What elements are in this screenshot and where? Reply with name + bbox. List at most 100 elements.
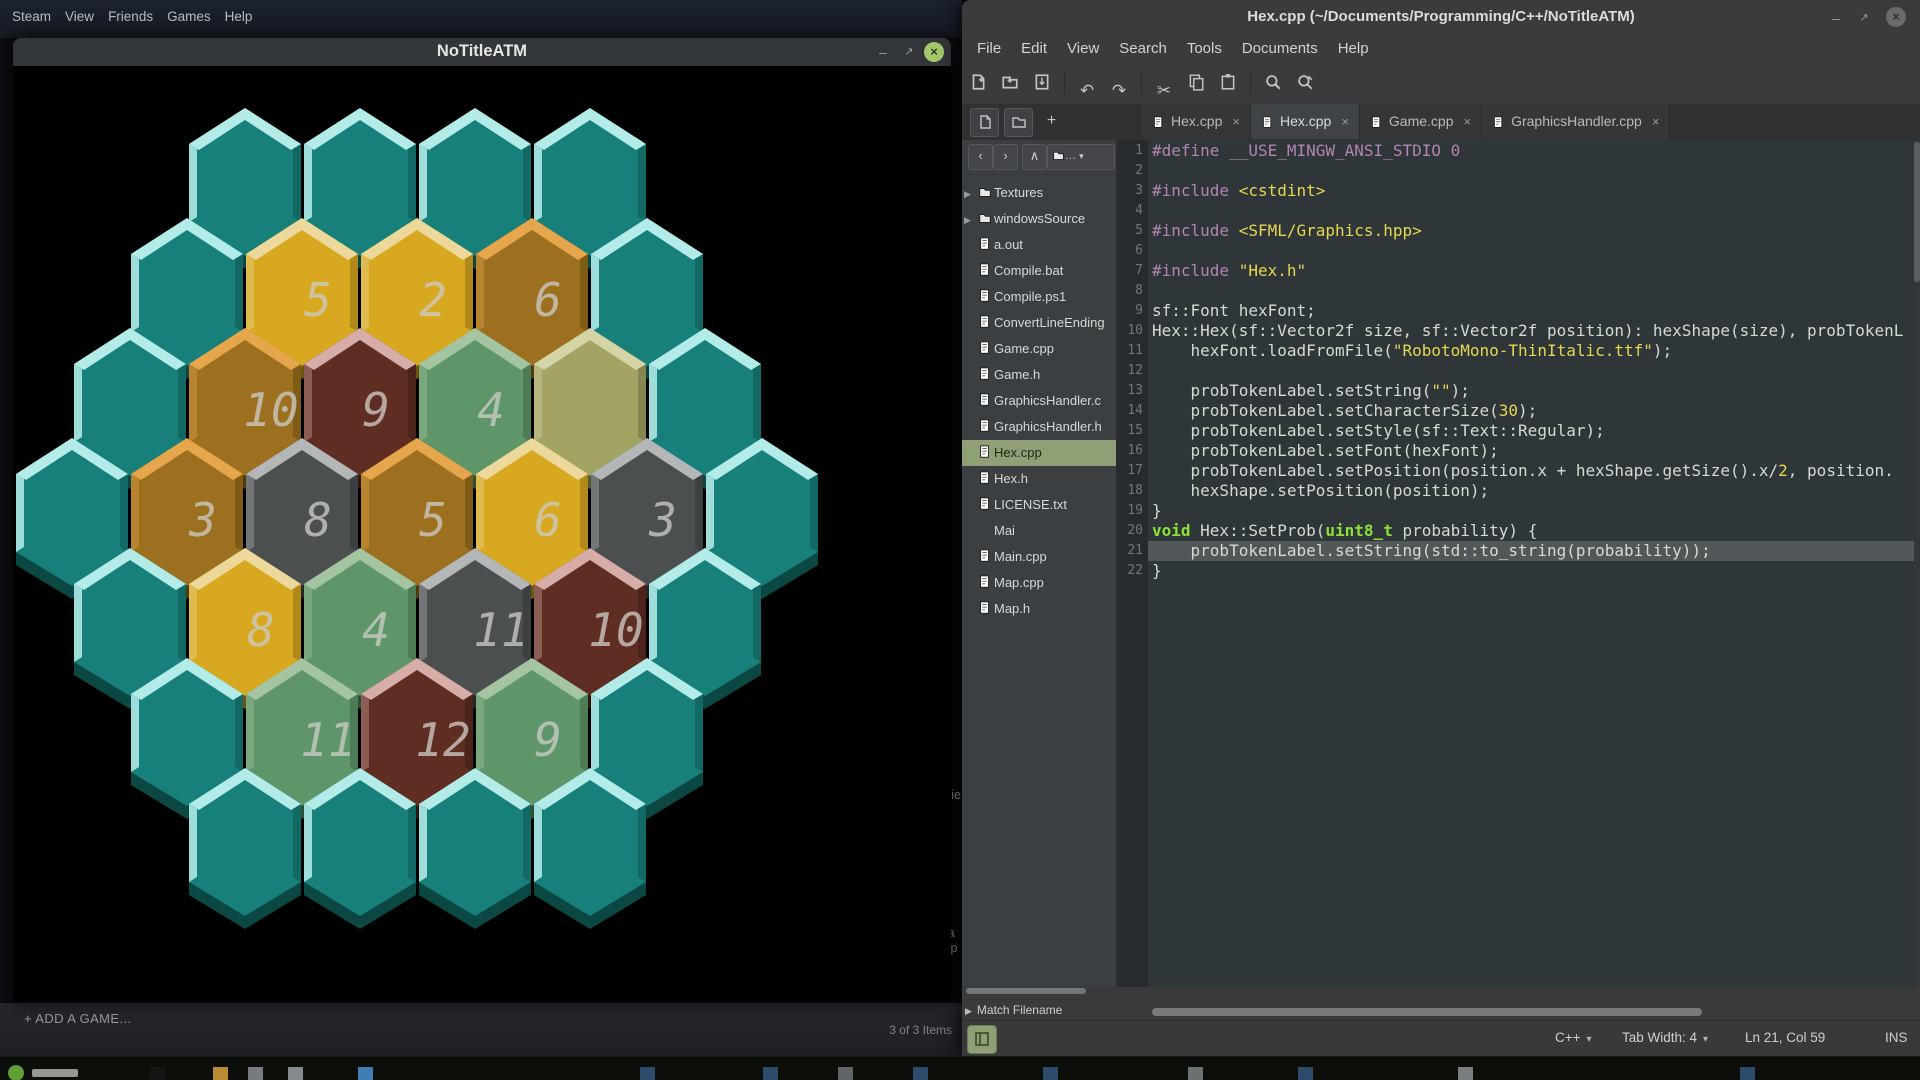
- code-editor[interactable]: #define __USE_MINGW_ANSI_STDIO 0#include…: [1148, 140, 1914, 987]
- restore-button[interactable]: ↗: [1854, 8, 1874, 28]
- minimize-button[interactable]: –: [1826, 8, 1846, 28]
- hex-board[interactable]: 52610943856384111011129: [13, 66, 951, 1002]
- file-item-graphicshandler.h[interactable]: GraphicsHandler.h: [962, 414, 1116, 440]
- menu-help[interactable]: Help: [1331, 39, 1376, 58]
- up-button[interactable]: ∧: [1022, 144, 1047, 170]
- code-line-5: #include <SFML/Graphics.hpp>: [1148, 221, 1914, 241]
- file-item-a.out[interactable]: a.out: [962, 232, 1116, 258]
- tab-hex.cpp[interactable]: Hex.cpp×: [1142, 104, 1251, 139]
- steam-menu-steam[interactable]: Steam: [12, 9, 51, 24]
- side-panel-toggle-button[interactable]: [967, 1025, 997, 1054]
- file-item-hex.cpp[interactable]: Hex.cpp: [962, 440, 1116, 466]
- search-icon[interactable]: [1260, 70, 1286, 96]
- copy-icon[interactable]: [1183, 70, 1209, 96]
- steam-menu-games[interactable]: Games: [167, 9, 211, 24]
- forward-button[interactable]: ›: [993, 144, 1018, 170]
- expander-triangle-icon[interactable]: ▶: [964, 207, 976, 232]
- pane-folder-button[interactable]: [1004, 108, 1033, 137]
- tab-hex.cpp[interactable]: Hex.cpp×: [1251, 104, 1360, 139]
- taskbar-item[interactable]: [838, 1067, 853, 1080]
- file-item-windowssource[interactable]: ▶windowsSource: [962, 206, 1116, 232]
- file-icon: [976, 310, 994, 336]
- taskbar-item[interactable]: [8, 1065, 24, 1080]
- taskbar-item[interactable]: [150, 1067, 165, 1080]
- line-number: 2: [1118, 161, 1148, 181]
- search-replace-icon[interactable]: [1292, 70, 1318, 96]
- pane-document-button[interactable]: [970, 108, 999, 137]
- code-line-3: #include <cstdint>: [1148, 181, 1914, 201]
- line-number: 1: [1118, 141, 1148, 161]
- editor-titlebar[interactable]: Hex.cpp (~/Documents/Programming/C++/NoT…: [962, 0, 1920, 34]
- file-item-mai[interactable]: Mai: [962, 518, 1116, 544]
- taskbar[interactable]: [0, 1056, 1920, 1080]
- file-item-game.cpp[interactable]: Game.cpp: [962, 336, 1116, 362]
- file-item-map.h[interactable]: Map.h: [962, 596, 1116, 622]
- sidebar-scrollbar[interactable]: [966, 988, 1086, 994]
- folder-dropdown[interactable]: … ▾: [1047, 144, 1115, 170]
- taskbar-item[interactable]: [1740, 1067, 1755, 1080]
- file-item-map.cpp[interactable]: Map.cpp: [962, 570, 1116, 596]
- taskbar-item[interactable]: [213, 1067, 228, 1080]
- menu-file[interactable]: File: [970, 39, 1008, 58]
- undo-icon[interactable]: ↶: [1074, 78, 1100, 104]
- file-item-compile.ps1[interactable]: Compile.ps1: [962, 284, 1116, 310]
- match-filename-expander[interactable]: ▶Match Filename: [962, 998, 1116, 1022]
- add-a-game-button[interactable]: + ADD A GAME...: [24, 1011, 132, 1026]
- menu-documents[interactable]: Documents: [1235, 39, 1325, 58]
- new-tab-button[interactable]: +: [1038, 108, 1065, 135]
- taskbar-item[interactable]: [640, 1067, 655, 1080]
- editor-vertical-scrollbar[interactable]: [1914, 140, 1920, 986]
- close-button[interactable]: ×: [924, 42, 944, 62]
- menu-search[interactable]: Search: [1112, 39, 1174, 58]
- cut-icon[interactable]: ✂: [1151, 78, 1177, 104]
- taskbar-item[interactable]: [763, 1067, 778, 1080]
- close-tab-icon[interactable]: ×: [1464, 114, 1472, 129]
- menu-tools[interactable]: Tools: [1180, 39, 1229, 58]
- language-selector[interactable]: C++: [1555, 1030, 1592, 1045]
- minimize-button[interactable]: –: [873, 42, 893, 62]
- file-item-compile.bat[interactable]: Compile.bat: [962, 258, 1116, 284]
- close-tab-icon[interactable]: ×: [1341, 114, 1349, 129]
- expander-triangle-icon[interactable]: ▶: [964, 181, 976, 206]
- new-document-icon[interactable]: [965, 70, 991, 96]
- file-item-graphicshandler.c[interactable]: GraphicsHandler.c: [962, 388, 1116, 414]
- editor-horizontal-scrollbar[interactable]: [1152, 1008, 1702, 1016]
- paste-icon[interactable]: [1215, 70, 1241, 96]
- redo-icon[interactable]: ↷: [1106, 78, 1132, 104]
- steam-menu-friends[interactable]: Friends: [108, 9, 153, 24]
- code-line-8: [1148, 281, 1914, 301]
- hex-number: 3: [188, 493, 217, 547]
- tab-graphicshandler.cpp[interactable]: GraphicsHandler.cpp×: [1482, 104, 1670, 139]
- taskbar-item[interactable]: [913, 1067, 928, 1080]
- restore-button[interactable]: ↗: [899, 42, 919, 62]
- taskbar-item[interactable]: [288, 1067, 303, 1080]
- taskbar-item[interactable]: [358, 1067, 373, 1080]
- taskbar-item[interactable]: [248, 1067, 263, 1080]
- menu-view[interactable]: View: [1060, 39, 1106, 58]
- close-tab-icon[interactable]: ×: [1232, 114, 1240, 129]
- open-icon[interactable]: [997, 70, 1023, 96]
- game-titlebar[interactable]: NoTitleATM – ↗ ×: [13, 38, 951, 67]
- line-number: 22: [1118, 561, 1148, 581]
- tab-width-selector[interactable]: Tab Width: 4: [1622, 1030, 1708, 1045]
- tab-game.cpp[interactable]: Game.cpp×: [1360, 104, 1482, 139]
- file-item-hex.h[interactable]: Hex.h: [962, 466, 1116, 492]
- file-item-textures[interactable]: ▶Textures: [962, 180, 1116, 206]
- file-item-convertlineending[interactable]: ConvertLineEnding: [962, 310, 1116, 336]
- back-button[interactable]: ‹: [968, 144, 993, 170]
- taskbar-item[interactable]: [1458, 1067, 1473, 1080]
- steam-menu-help[interactable]: Help: [225, 9, 253, 24]
- taskbar-item[interactable]: [1188, 1067, 1203, 1080]
- file-item-license.txt[interactable]: LICENSE.txt: [962, 492, 1116, 518]
- taskbar-item[interactable]: [1043, 1067, 1058, 1080]
- close-tab-icon[interactable]: ×: [1652, 114, 1660, 129]
- hex-number: 11: [300, 713, 355, 767]
- menu-edit[interactable]: Edit: [1014, 39, 1054, 58]
- save-icon[interactable]: [1029, 70, 1055, 96]
- close-button[interactable]: ×: [1886, 7, 1906, 27]
- taskbar-item[interactable]: [32, 1069, 78, 1077]
- taskbar-item[interactable]: [1298, 1067, 1313, 1080]
- file-item-game.h[interactable]: Game.h: [962, 362, 1116, 388]
- steam-menu-view[interactable]: View: [65, 9, 94, 24]
- file-item-main.cpp[interactable]: Main.cpp: [962, 544, 1116, 570]
